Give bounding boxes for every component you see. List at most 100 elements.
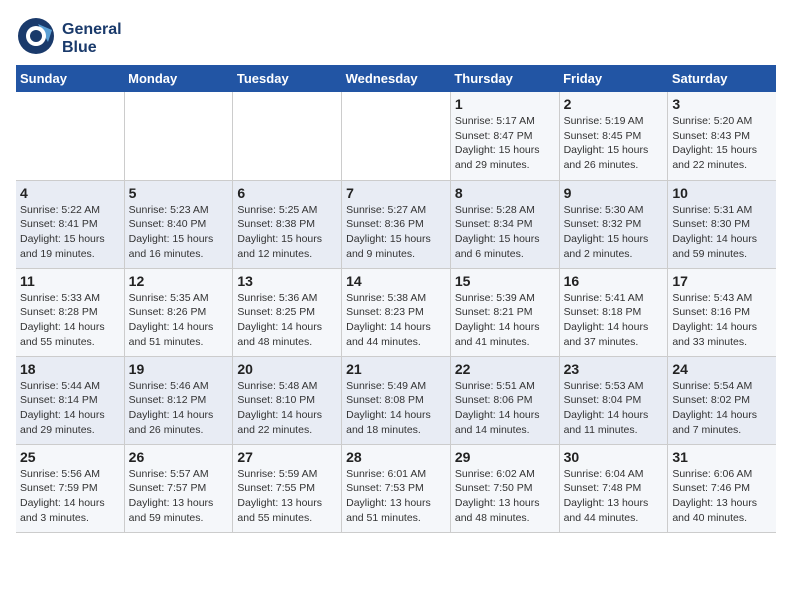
- day-number: 26: [129, 449, 229, 465]
- day-info: Sunrise: 5:25 AM Sunset: 8:38 PM Dayligh…: [237, 203, 337, 262]
- week-row-5: 25 Sunrise: 5:56 AM Sunset: 7:59 PM Dayli…: [16, 444, 776, 532]
- cell-week1-day3: [233, 92, 342, 180]
- day-info: Sunrise: 5:57 AM Sunset: 7:57 PM Dayligh…: [129, 467, 229, 526]
- cell-week2-day2: 5 Sunrise: 5:23 AM Sunset: 8:40 PM Daylig…: [124, 180, 233, 268]
- day-info: Sunrise: 5:38 AM Sunset: 8:23 PM Dayligh…: [346, 291, 446, 350]
- header-saturday: Saturday: [668, 65, 776, 92]
- day-info: Sunrise: 5:39 AM Sunset: 8:21 PM Dayligh…: [455, 291, 555, 350]
- cell-week4-day4: 21 Sunrise: 5:49 AM Sunset: 8:08 PM Dayli…: [342, 356, 451, 444]
- day-info: Sunrise: 6:06 AM Sunset: 7:46 PM Dayligh…: [672, 467, 772, 526]
- day-number: 30: [564, 449, 664, 465]
- day-number: 11: [20, 273, 120, 289]
- cell-week5-day3: 27 Sunrise: 5:59 AM Sunset: 7:55 PM Dayli…: [233, 444, 342, 532]
- cell-week1-day7: 3 Sunrise: 5:20 AM Sunset: 8:43 PM Daylig…: [668, 92, 776, 180]
- cell-week2-day7: 10Sunrise: 5:31 AM Sunset: 8:30 PM Dayli…: [668, 180, 776, 268]
- cell-week5-day1: 25 Sunrise: 5:56 AM Sunset: 7:59 PM Dayli…: [16, 444, 124, 532]
- week-row-1: 1 Sunrise: 5:17 AM Sunset: 8:47 PM Daylig…: [16, 92, 776, 180]
- cell-week1-day4: [342, 92, 451, 180]
- day-number: 19: [129, 361, 229, 377]
- cell-week4-day3: 20 Sunrise: 5:48 AM Sunset: 8:10 PM Dayli…: [233, 356, 342, 444]
- logo: General Blue: [16, 16, 122, 61]
- cell-week3-day1: 11 Sunrise: 5:33 AM Sunset: 8:28 PM Dayli…: [16, 268, 124, 356]
- cell-week5-day7: 31 Sunrise: 6:06 AM Sunset: 7:46 PM Dayli…: [668, 444, 776, 532]
- day-number: 21: [346, 361, 446, 377]
- day-info: Sunrise: 5:19 AM Sunset: 8:45 PM Dayligh…: [564, 114, 664, 173]
- day-info: Sunrise: 5:41 AM Sunset: 8:18 PM Dayligh…: [564, 291, 664, 350]
- day-info: Sunrise: 5:48 AM Sunset: 8:10 PM Dayligh…: [237, 379, 337, 438]
- day-info: Sunrise: 5:59 AM Sunset: 7:55 PM Dayligh…: [237, 467, 337, 526]
- day-number: 4: [20, 185, 120, 201]
- header-monday: Monday: [124, 65, 233, 92]
- day-number: 20: [237, 361, 337, 377]
- day-info: Sunrise: 5:53 AM Sunset: 8:04 PM Dayligh…: [564, 379, 664, 438]
- logo-graphic: [16, 16, 56, 61]
- logo: General Blue: [16, 16, 122, 61]
- cell-week5-day6: 30 Sunrise: 6:04 AM Sunset: 7:48 PM Dayli…: [559, 444, 668, 532]
- day-number: 1: [455, 96, 555, 112]
- day-info: Sunrise: 5:35 AM Sunset: 8:26 PM Dayligh…: [129, 291, 229, 350]
- cell-week3-day4: 14 Sunrise: 5:38 AM Sunset: 8:23 PM Dayli…: [342, 268, 451, 356]
- day-number: 31: [672, 449, 772, 465]
- day-info: Sunrise: 5:54 AM Sunset: 8:02 PM Dayligh…: [672, 379, 772, 438]
- day-info: Sunrise: 5:43 AM Sunset: 8:16 PM Dayligh…: [672, 291, 772, 350]
- day-number: 18: [20, 361, 120, 377]
- cell-week1-day5: 1 Sunrise: 5:17 AM Sunset: 8:47 PM Daylig…: [450, 92, 559, 180]
- day-number: 25: [20, 449, 120, 465]
- cell-week4-day1: 18Sunrise: 5:44 AM Sunset: 8:14 PM Dayli…: [16, 356, 124, 444]
- header-row: SundayMondayTuesdayWednesdayThursdayFrid…: [16, 65, 776, 92]
- day-number: 22: [455, 361, 555, 377]
- cell-week4-day5: 22 Sunrise: 5:51 AM Sunset: 8:06 PM Dayli…: [450, 356, 559, 444]
- day-info: Sunrise: 5:22 AM Sunset: 8:41 PM Dayligh…: [20, 203, 120, 262]
- page-header: General Blue: [16, 16, 776, 61]
- day-info: Sunrise: 5:17 AM Sunset: 8:47 PM Dayligh…: [455, 114, 555, 173]
- cell-week1-day6: 2 Sunrise: 5:19 AM Sunset: 8:45 PM Daylig…: [559, 92, 668, 180]
- day-number: 28: [346, 449, 446, 465]
- day-info: Sunrise: 5:49 AM Sunset: 8:08 PM Dayligh…: [346, 379, 446, 438]
- cell-week3-day7: 17Sunrise: 5:43 AM Sunset: 8:16 PM Dayli…: [668, 268, 776, 356]
- day-info: Sunrise: 5:23 AM Sunset: 8:40 PM Dayligh…: [129, 203, 229, 262]
- day-info: Sunrise: 5:30 AM Sunset: 8:32 PM Dayligh…: [564, 203, 664, 262]
- day-number: 27: [237, 449, 337, 465]
- cell-week2-day1: 4 Sunrise: 5:22 AM Sunset: 8:41 PM Daylig…: [16, 180, 124, 268]
- header-wednesday: Wednesday: [342, 65, 451, 92]
- cell-week4-day6: 23Sunrise: 5:53 AM Sunset: 8:04 PM Dayli…: [559, 356, 668, 444]
- day-info: Sunrise: 5:20 AM Sunset: 8:43 PM Dayligh…: [672, 114, 772, 173]
- cell-week3-day3: 13 Sunrise: 5:36 AM Sunset: 8:25 PM Dayli…: [233, 268, 342, 356]
- day-info: Sunrise: 5:46 AM Sunset: 8:12 PM Dayligh…: [129, 379, 229, 438]
- day-number: 2: [564, 96, 664, 112]
- day-info: Sunrise: 5:51 AM Sunset: 8:06 PM Dayligh…: [455, 379, 555, 438]
- day-number: 3: [672, 96, 772, 112]
- cell-week5-day4: 28 Sunrise: 6:01 AM Sunset: 7:53 PM Dayli…: [342, 444, 451, 532]
- day-number: 16: [564, 273, 664, 289]
- week-row-2: 4 Sunrise: 5:22 AM Sunset: 8:41 PM Daylig…: [16, 180, 776, 268]
- cell-week2-day5: 8Sunrise: 5:28 AM Sunset: 8:34 PM Daylig…: [450, 180, 559, 268]
- cell-week1-day2: [124, 92, 233, 180]
- week-row-4: 18Sunrise: 5:44 AM Sunset: 8:14 PM Dayli…: [16, 356, 776, 444]
- day-number: 29: [455, 449, 555, 465]
- day-number: 5: [129, 185, 229, 201]
- cell-week3-day5: 15Sunrise: 5:39 AM Sunset: 8:21 PM Dayli…: [450, 268, 559, 356]
- cell-week2-day4: 7Sunrise: 5:27 AM Sunset: 8:36 PM Daylig…: [342, 180, 451, 268]
- cell-week2-day3: 6 Sunrise: 5:25 AM Sunset: 8:38 PM Daylig…: [233, 180, 342, 268]
- day-number: 24: [672, 361, 772, 377]
- day-number: 6: [237, 185, 337, 201]
- day-info: Sunrise: 5:27 AM Sunset: 8:36 PM Dayligh…: [346, 203, 446, 262]
- day-info: Sunrise: 5:56 AM Sunset: 7:59 PM Dayligh…: [20, 467, 120, 526]
- day-number: 13: [237, 273, 337, 289]
- header-tuesday: Tuesday: [233, 65, 342, 92]
- day-info: Sunrise: 5:36 AM Sunset: 8:25 PM Dayligh…: [237, 291, 337, 350]
- day-info: Sunrise: 5:31 AM Sunset: 8:30 PM Dayligh…: [672, 203, 772, 262]
- cell-week4-day7: 24 Sunrise: 5:54 AM Sunset: 8:02 PM Dayli…: [668, 356, 776, 444]
- cell-week3-day2: 12Sunrise: 5:35 AM Sunset: 8:26 PM Dayli…: [124, 268, 233, 356]
- day-info: Sunrise: 6:01 AM Sunset: 7:53 PM Dayligh…: [346, 467, 446, 526]
- day-info: Sunrise: 6:02 AM Sunset: 7:50 PM Dayligh…: [455, 467, 555, 526]
- day-number: 14: [346, 273, 446, 289]
- cell-week3-day6: 16 Sunrise: 5:41 AM Sunset: 8:18 PM Dayli…: [559, 268, 668, 356]
- day-info: Sunrise: 5:33 AM Sunset: 8:28 PM Dayligh…: [20, 291, 120, 350]
- cell-week5-day2: 26 Sunrise: 5:57 AM Sunset: 7:57 PM Dayli…: [124, 444, 233, 532]
- header-thursday: Thursday: [450, 65, 559, 92]
- day-info: Sunrise: 6:04 AM Sunset: 7:48 PM Dayligh…: [564, 467, 664, 526]
- cell-week2-day6: 9Sunrise: 5:30 AM Sunset: 8:32 PM Daylig…: [559, 180, 668, 268]
- cell-week4-day2: 19 Sunrise: 5:46 AM Sunset: 8:12 PM Dayli…: [124, 356, 233, 444]
- header-friday: Friday: [559, 65, 668, 92]
